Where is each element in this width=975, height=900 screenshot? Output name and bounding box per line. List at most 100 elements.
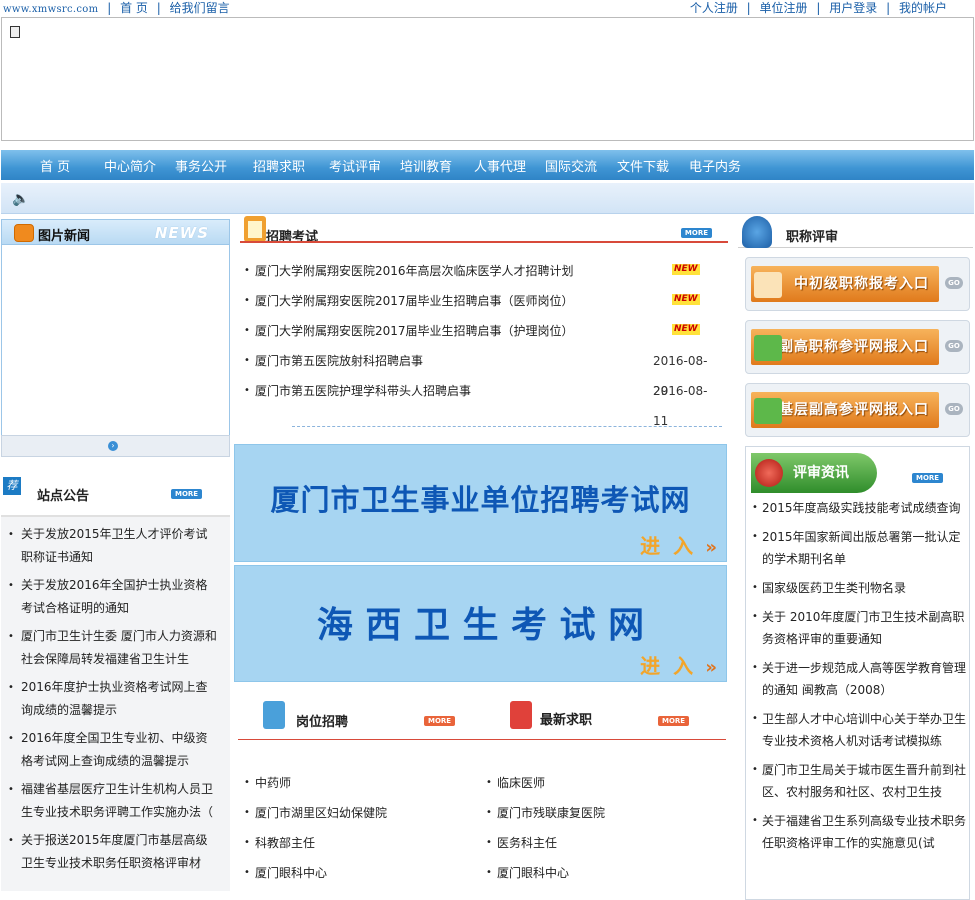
login-link[interactable]: 用户登录 [829, 1, 877, 15]
personal-register-link[interactable]: 个人注册 [690, 1, 738, 15]
pager-dot-icon[interactable]: › [108, 441, 118, 451]
review-item[interactable]: 2015年国家新闻出版总署第一批认定的学术期刊名单 [746, 526, 974, 570]
job-item[interactable]: 厦门眼科中心 [242, 858, 327, 888]
senior-title-entry-button[interactable]: 副高职称参评网报入口 GO [745, 320, 970, 374]
notice-item[interactable]: 关于报送2015年度厦门市基层高级卫生专业技术职务任职资格评审材 [1, 829, 230, 875]
top-bar: www.xmwsrc.com | 首 页 | 给我们留言 个人注册 | 单位注册… [0, 0, 975, 16]
pic-news-area [1, 245, 230, 435]
exam-item-date: 2016-08-11 [653, 384, 708, 428]
nav-item-agency[interactable]: 人事代理 [474, 156, 526, 175]
review-item[interactable]: 关于福建省卫生系列高级专业技术职务任职资格评审工作的实施意见(试 [746, 810, 974, 854]
review-news-panel: 评审资讯 MORE 2015年度高级实践技能考试成绩查询 2015年国家新闻出版… [745, 446, 970, 900]
notice-item[interactable]: 关于发放2015年卫生人才评价考试职称证书通知 [1, 523, 230, 569]
jobs-header-row: 岗位招聘 MORE 最新求职 MORE [234, 697, 734, 740]
grassroots-senior-entry-button[interactable]: 基层副高参评网报入口 GO [745, 383, 970, 437]
new-badge: NEW [672, 264, 700, 275]
exam-header: 招聘考试 MORE [234, 214, 734, 246]
banner-enter-button[interactable]: 进 入 [640, 530, 720, 559]
exam-item[interactable]: 厦门市第五医院护理学科带头人招聘启事 2016-08-11 [242, 376, 722, 428]
news-badge: NEWS [154, 224, 209, 242]
exam-item-title[interactable]: 厦门大学附属翔安医院2017届毕业生招聘启事（护理岗位） [255, 324, 574, 338]
nav-item-recruit[interactable]: 招聘求职 [253, 156, 305, 175]
header-banner [1, 17, 974, 141]
seek-item[interactable]: 厦门眼科中心 [484, 858, 569, 888]
go-icon: GO [945, 277, 963, 289]
nav-item-internal[interactable]: 电子内务 [689, 156, 741, 175]
notice-list: 关于发放2015年卫生人才评价考试职称证书通知 关于发放2016年全国护士执业资… [1, 517, 230, 875]
review-news-title: 评审资讯 [751, 453, 877, 493]
go-icon: GO [945, 340, 963, 352]
notice-item[interactable]: 关于发放2016年全国护士执业资格考试合格证明的通知 [1, 574, 230, 620]
jobs-title: 岗位招聘 [296, 715, 349, 730]
review-item[interactable]: 卫生部人才中心培训中心关于举办卫生专业技术资格人机对话考试模拟练 [746, 708, 974, 752]
recruit-exam-site-banner[interactable]: 厦门市卫生事业单位招聘考试网 进 入 [234, 444, 727, 562]
site-notice-title: 站点公告 [37, 489, 90, 504]
right-column: 职称评审 中初级职称报考入口 GO 副高职称参评网报入口 GO 基层副高参评网报… [738, 214, 973, 900]
banner-title: 厦门市卫生事业单位招聘考试网 [270, 483, 691, 517]
top-bar-right: 个人注册 | 单位注册 | 用户登录 | 我的帐户 [690, 0, 947, 16]
news-icon [14, 224, 34, 242]
middle-column: 招聘考试 MORE 厦门大学附属翔安医院2016年高层次临床医学人才招聘计划 NE… [234, 214, 734, 888]
notepad-icon [244, 216, 266, 242]
exam-item-title[interactable]: 厦门市第五医院护理学科带头人招聘启事 [255, 384, 471, 398]
review-item[interactable]: 国家级医药卫生类刊物名录 [746, 577, 974, 599]
nav-item-home[interactable]: 首 页 [40, 156, 70, 175]
main-nav: 首 页 中心简介 事务公开 招聘求职 考试评审 培训教育 人事代理 国际交流 文… [1, 150, 974, 180]
review-item[interactable]: 厦门市卫生局关于城市医生晋升前到社区、农村服务和社区、农村卫生技 [746, 759, 974, 803]
notice-item[interactable]: 厦门市卫生计生委 厦门市人力资源和社会保障局转发福建省卫生计生 [1, 625, 230, 671]
notice-item[interactable]: 2016年度护士执业资格考试网上查询成绩的温馨提示 [1, 676, 230, 722]
seek-item[interactable]: 临床医师 [484, 768, 545, 798]
guestbook-link[interactable]: 给我们留言 [170, 1, 230, 15]
home-link[interactable]: 首 页 [120, 1, 148, 15]
exam-item[interactable]: 厦门大学附属翔安医院2017届毕业生招聘启事（护理岗位） NEW [242, 316, 722, 346]
site-notice-header: 荐 站点公告 MORE [1, 471, 230, 517]
exam-item[interactable]: 厦门市第五医院放射科招聘启事2016-08-29 [242, 346, 722, 398]
nav-item-download[interactable]: 文件下载 [617, 156, 669, 175]
review-item[interactable]: 关于 2010年度厦门市卫生技术副高职务资格评审的重要通知 [746, 606, 974, 650]
junior-title-entry-button[interactable]: 中初级职称报考入口 GO [745, 257, 970, 311]
company-register-link[interactable]: 单位注册 [760, 1, 808, 15]
site-url-link[interactable]: www.xmwsrc.com [3, 4, 98, 15]
books-icon [754, 335, 782, 361]
review-item[interactable]: 关于进一步规范成人高等医学教育管理的通知 闽教高（2008） [746, 657, 974, 701]
nav-item-about[interactable]: 中心简介 [104, 156, 156, 175]
nav-item-training[interactable]: 培训教育 [400, 156, 452, 175]
notice-more-button[interactable]: MORE [171, 489, 203, 499]
review-item[interactable]: 2015年度高级实践技能考试成绩查询 [746, 497, 974, 519]
seek-more-button[interactable]: MORE [658, 716, 690, 726]
jobs-more-button[interactable]: MORE [424, 716, 456, 726]
site-notice-panel: 荐 站点公告 MORE 关于发放2015年卫生人才评价考试职称证书通知 关于发放… [1, 471, 230, 891]
banner-enter-button[interactable]: 进 入 [640, 650, 720, 679]
nav-item-affairs[interactable]: 事务公开 [175, 156, 227, 175]
exam-more-button[interactable]: MORE [680, 228, 712, 238]
notice-item[interactable]: 福建省基层医疗卫生计生机构人员卫生专业技术职务评聘工作实施办法（ [1, 778, 230, 824]
job-item[interactable]: 厦门市湖里区妇幼保健院 [242, 798, 387, 828]
seek-item[interactable]: 厦门市残联康复医院 [484, 798, 605, 828]
glasses-icon [754, 272, 782, 298]
separator: | [156, 1, 161, 15]
review-news-list: 2015年度高级实践技能考试成绩查询 2015年国家新闻出版总署第一批认定的学术… [746, 497, 974, 861]
review-more-button[interactable]: MORE [912, 473, 944, 483]
nav-item-exam[interactable]: 考试评审 [329, 156, 381, 175]
top-bar-left: www.xmwsrc.com | 首 页 | 给我们留言 [3, 0, 230, 18]
exam-item[interactable]: 厦门大学附属翔安医院2016年高层次临床医学人才招聘计划 NEW [242, 256, 722, 286]
exam-list: 厦门大学附属翔安医院2016年高层次临床医学人才招聘计划 NEW 厦门大学附属翔安… [242, 246, 722, 428]
exam-item-title[interactable]: 厦门大学附属翔安医院2016年高层次临床医学人才招聘计划 [255, 264, 574, 278]
nav-item-international[interactable]: 国际交流 [545, 156, 597, 175]
separator: | [886, 1, 891, 15]
pic-news-title: 图片新闻 [38, 229, 91, 244]
separator: | [107, 1, 112, 15]
recommend-icon: 荐 [3, 477, 21, 495]
exam-item-title[interactable]: 厦门大学附属翔安医院2017届毕业生招聘启事（医师岗位） [255, 294, 574, 308]
new-badge: NEW [672, 294, 700, 305]
exam-item[interactable]: 厦门大学附属翔安医院2017届毕业生招聘启事（医师岗位） NEW [242, 286, 722, 316]
account-link[interactable]: 我的帐户 [899, 1, 947, 15]
new-badge: NEW [672, 324, 700, 335]
job-item[interactable]: 科教部主任 [242, 828, 315, 858]
exam-item-title[interactable]: 厦门市第五医院放射科招聘启事 [255, 354, 423, 368]
books-icon [754, 398, 782, 424]
seek-item[interactable]: 医务科主任 [484, 828, 557, 858]
haixi-exam-site-banner[interactable]: 海 西 卫 生 考 试 网 进 入 [234, 565, 727, 682]
job-item[interactable]: 中药师 [242, 768, 291, 798]
notice-item[interactable]: 2016年度全国卫生专业初、中级资格考试网上查询成绩的温馨提示 [1, 727, 230, 773]
